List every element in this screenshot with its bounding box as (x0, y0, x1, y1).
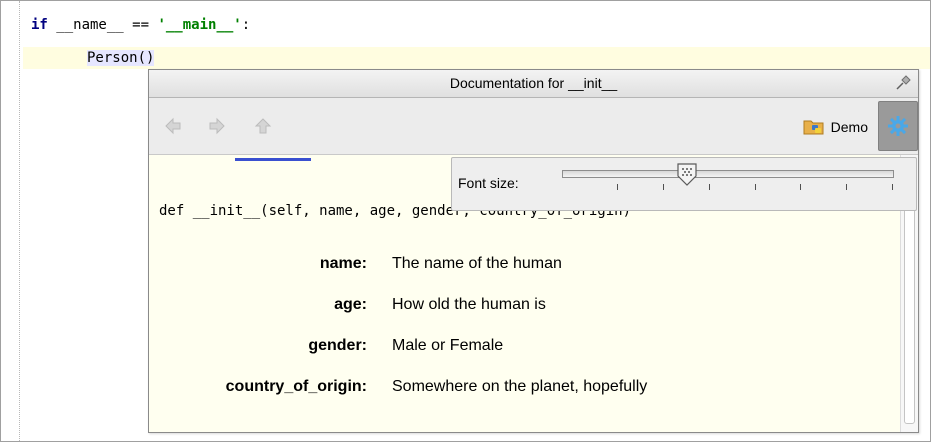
editor-window: if __name__ == '__main__': Person() Docu… (0, 0, 931, 442)
up-arrow-icon[interactable] (253, 116, 273, 136)
forward-arrow-icon[interactable] (207, 116, 227, 136)
font-size-label: Font size: (458, 175, 519, 191)
keyword-if: if (31, 17, 48, 33)
slider-tick (708, 184, 710, 190)
doc-toolbar: Demo (149, 98, 918, 155)
popup-title: Documentation for __init__ (149, 70, 918, 98)
link-underline (235, 158, 311, 161)
param-desc: How old the human is (392, 296, 546, 313)
slider-thumb[interactable] (676, 162, 698, 188)
slider-tick (617, 184, 618, 190)
string-literal: '__main__' (157, 17, 242, 33)
param-row: name: The name of the human (149, 253, 900, 275)
slider-tick (800, 184, 802, 190)
param-name: age: (334, 296, 367, 313)
param-name: gender: (308, 337, 367, 354)
param-desc: The name of the human (392, 255, 562, 272)
slider-tick (846, 184, 848, 190)
documentation-popup: Documentation for __init__ Demo def __in… (148, 69, 919, 433)
code-line-2[interactable]: Person() (23, 47, 930, 69)
font-size-slider[interactable] (562, 170, 894, 178)
param-desc: Male or Female (392, 337, 504, 354)
param-name: country_of_origin: (225, 378, 367, 395)
gear-icon (888, 116, 908, 136)
slider-tick (892, 184, 893, 190)
param-row: country_of_origin: Somewhere on the plan… (149, 376, 900, 398)
demo-label: Demo (830, 119, 868, 135)
back-arrow-icon[interactable] (163, 116, 183, 136)
demo-project-link[interactable]: Demo (803, 116, 868, 138)
colon: : (241, 17, 251, 33)
param-name: name: (319, 255, 367, 272)
python-folder-icon (803, 120, 824, 135)
param-desc: Somewhere on the planet, hopefully (392, 378, 648, 395)
settings-button[interactable] (878, 101, 918, 151)
code-line-1[interactable]: if __name__ == '__main__': (31, 14, 250, 36)
param-row: age: How old the human is (149, 294, 900, 316)
slider-tick (662, 184, 664, 190)
param-row: gender: Male or Female (149, 335, 900, 357)
font-size-panel: Font size: (451, 157, 917, 211)
slider-tick (754, 184, 756, 190)
pin-icon[interactable] (894, 74, 912, 92)
name-comparison: __name__ == (47, 17, 158, 33)
person-call[interactable]: Person() (87, 50, 155, 66)
